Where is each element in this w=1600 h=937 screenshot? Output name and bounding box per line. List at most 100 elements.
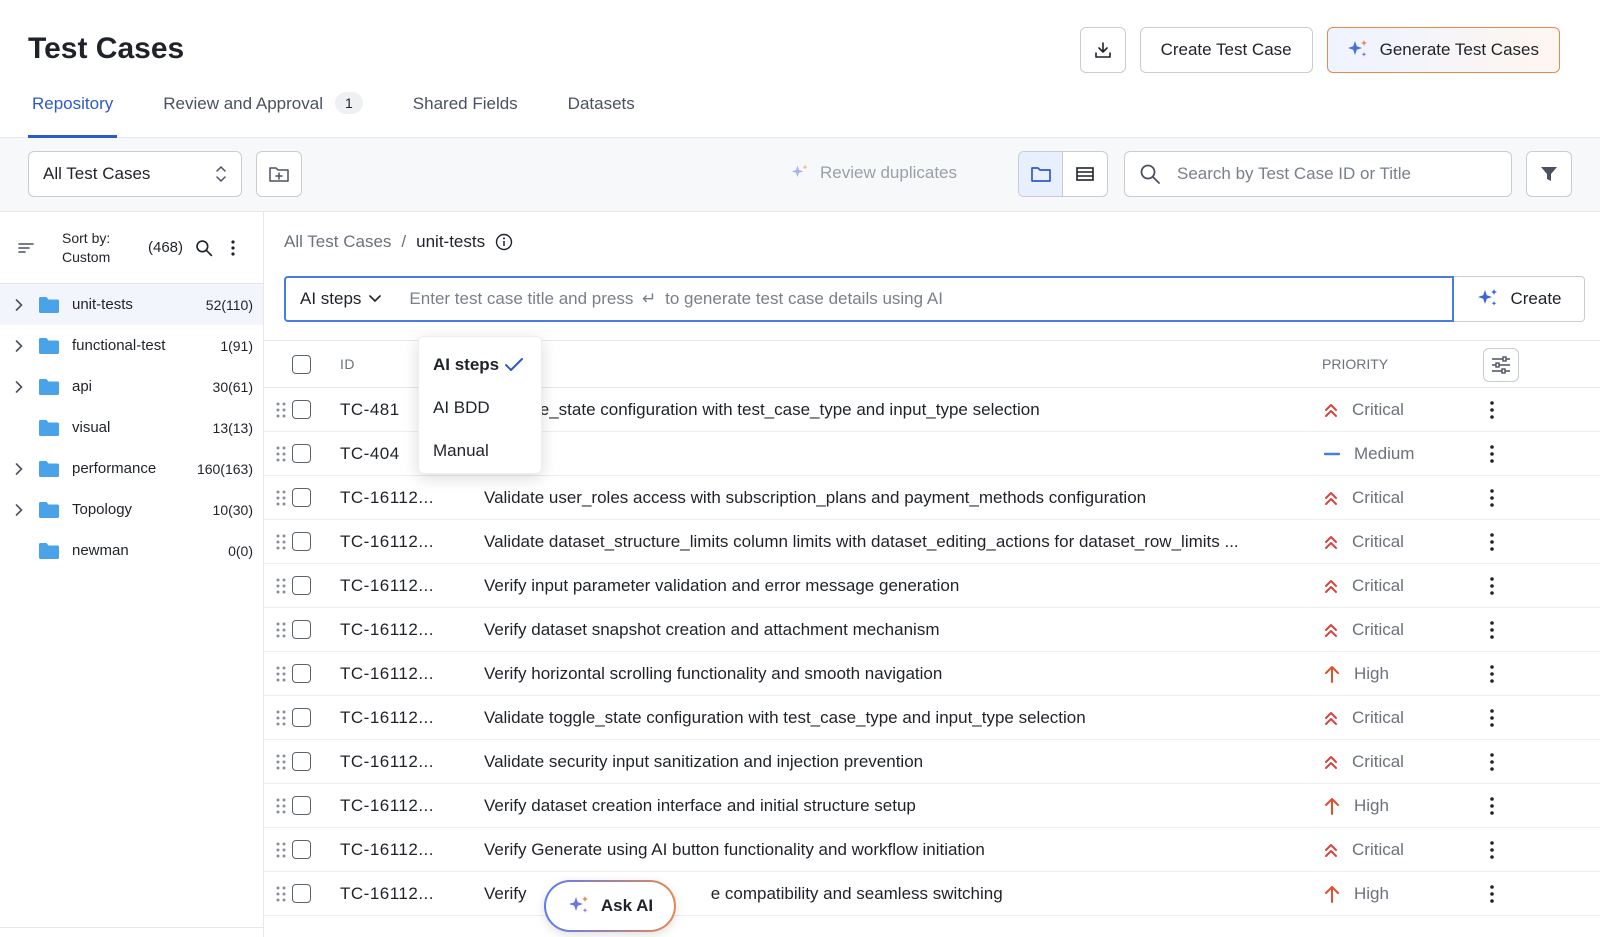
test-case-title[interactable]: Verify input parameter validation and er… xyxy=(484,564,1304,607)
scope-select[interactable]: All Test Cases xyxy=(28,151,242,197)
review-duplicates-button[interactable]: Review duplicates xyxy=(790,163,957,183)
test-case-title[interactable] xyxy=(484,432,1304,475)
info-icon[interactable] xyxy=(495,233,513,251)
generate-test-cases-button[interactable]: Generate Test Cases xyxy=(1326,27,1560,73)
ai-title-input[interactable]: AI steps Enter test case title and press… xyxy=(284,276,1454,322)
expand-toggle[interactable] xyxy=(12,462,26,475)
menu-item-ai-steps[interactable]: AI steps xyxy=(419,343,541,386)
test-case-id[interactable]: TC-16112... xyxy=(340,740,434,783)
tab-datasets[interactable]: Datasets xyxy=(564,84,639,138)
sort-icon[interactable] xyxy=(18,241,34,255)
table-row[interactable]: TC-16112... Validate security input sanit… xyxy=(264,740,1600,784)
drag-handle[interactable] xyxy=(276,872,286,915)
drag-handle[interactable] xyxy=(276,388,286,431)
test-case-id[interactable]: TC-16112... xyxy=(340,696,434,739)
drag-handle[interactable] xyxy=(276,608,286,651)
row-more-button[interactable] xyxy=(1490,872,1494,915)
test-case-title[interactable]: Verify dataset snapshot creation and att… xyxy=(484,608,1304,651)
folder-item[interactable]: Topology 10(30) xyxy=(0,489,263,530)
row-more-button[interactable] xyxy=(1490,784,1494,827)
test-case-title[interactable]: Validate user_roles access with subscrip… xyxy=(484,476,1304,519)
table-row[interactable]: TC-16112... Validate toggle_state configu… xyxy=(264,696,1600,740)
row-more-button[interactable] xyxy=(1490,564,1494,607)
menu-item-manual[interactable]: Manual xyxy=(419,429,541,472)
row-more-button[interactable] xyxy=(1490,388,1494,431)
chevron-right-icon[interactable] xyxy=(15,339,23,352)
ask-ai-button[interactable]: Ask AI xyxy=(544,880,676,932)
test-case-id[interactable]: TC-16112... xyxy=(340,784,434,827)
row-checkbox[interactable] xyxy=(292,796,311,815)
drag-handle[interactable] xyxy=(276,520,286,563)
search-input[interactable] xyxy=(1177,164,1477,184)
test-case-title[interactable]: Validate dataset_structure_limits column… xyxy=(484,520,1304,563)
folder-item[interactable]: unit-tests 52(110) xyxy=(0,284,263,325)
table-row[interactable]: TC-16112... Verify input parameter valida… xyxy=(264,564,1600,608)
row-more-button[interactable] xyxy=(1490,520,1494,563)
row-checkbox[interactable] xyxy=(292,664,311,683)
table-row[interactable]: TC-16112... Validate user_roles access wi… xyxy=(264,476,1600,520)
row-checkbox[interactable] xyxy=(292,400,311,419)
row-checkbox[interactable] xyxy=(292,752,311,771)
mode-select[interactable]: AI steps xyxy=(286,278,395,320)
test-case-title[interactable]: Verify horizontal scrolling functionalit… xyxy=(484,652,1304,695)
test-case-title[interactable]: te toggle_state configuration with test_… xyxy=(484,388,1304,431)
sort-by-label[interactable]: Sort by: Custom xyxy=(62,229,132,267)
test-case-id[interactable]: TC-16112... xyxy=(340,872,434,915)
table-row[interactable]: TC-16112... Verify Generate using AI butt… xyxy=(264,828,1600,872)
drag-handle[interactable] xyxy=(276,740,286,783)
drag-handle[interactable] xyxy=(276,432,286,475)
test-case-id[interactable]: TC-16112... xyxy=(340,652,434,695)
filter-button[interactable] xyxy=(1526,151,1572,197)
row-more-button[interactable] xyxy=(1490,476,1494,519)
test-case-id[interactable]: TC-16112... xyxy=(340,608,434,651)
folder-item[interactable]: functional-test 1(91) xyxy=(0,325,263,366)
drag-handle[interactable] xyxy=(276,696,286,739)
drag-handle[interactable] xyxy=(276,828,286,871)
tab-shared-fields[interactable]: Shared Fields xyxy=(409,84,522,138)
test-case-id[interactable]: TC-16112... xyxy=(340,476,434,519)
tab-review-and-approval[interactable]: Review and Approval 1 xyxy=(159,84,367,138)
breadcrumb-root[interactable]: All Test Cases xyxy=(284,232,391,252)
test-case-id[interactable]: TC-404 xyxy=(340,432,400,475)
more-vertical-icon[interactable] xyxy=(231,239,235,256)
create-test-case-button[interactable]: Create Test Case xyxy=(1139,27,1313,73)
add-folder-button[interactable] xyxy=(256,151,302,197)
folder-item[interactable]: visual 13(13) xyxy=(0,407,263,448)
folder-item[interactable]: api 30(61) xyxy=(0,366,263,407)
folder-view-button[interactable] xyxy=(1019,152,1064,196)
row-more-button[interactable] xyxy=(1490,652,1494,695)
row-checkbox[interactable] xyxy=(292,576,311,595)
drag-handle[interactable] xyxy=(276,784,286,827)
test-case-title[interactable]: Verify Generate using AI button function… xyxy=(484,828,1304,871)
row-checkbox[interactable] xyxy=(292,532,311,551)
table-row[interactable]: TC-16112... Verify horizontal scrolling f… xyxy=(264,652,1600,696)
expand-toggle[interactable] xyxy=(12,298,26,311)
expand-toggle[interactable] xyxy=(12,503,26,516)
row-checkbox[interactable] xyxy=(292,840,311,859)
column-settings-button[interactable] xyxy=(1483,348,1519,382)
expand-toggle[interactable] xyxy=(12,339,26,352)
test-case-id[interactable]: TC-481 xyxy=(340,388,400,431)
test-case-title[interactable]: Validate security input sanitization and… xyxy=(484,740,1304,783)
table-row[interactable]: TC-16112... Verify dataset creation inter… xyxy=(264,784,1600,828)
tab-repository[interactable]: Repository xyxy=(28,84,118,138)
column-id-header[interactable]: ID xyxy=(340,341,355,387)
drag-handle[interactable] xyxy=(276,476,286,519)
chevron-right-icon[interactable] xyxy=(15,462,23,475)
test-case-id[interactable]: TC-16112... xyxy=(340,520,434,563)
export-button[interactable] xyxy=(1079,27,1126,73)
column-priority-header[interactable]: PRIORITY xyxy=(1322,341,1388,387)
row-checkbox[interactable] xyxy=(292,884,311,903)
list-view-button[interactable] xyxy=(1063,152,1107,196)
test-case-title[interactable]: Validate toggle_state configuration with… xyxy=(484,696,1304,739)
row-more-button[interactable] xyxy=(1490,828,1494,871)
chevron-right-icon[interactable] xyxy=(15,503,23,516)
table-row[interactable]: TC-16112... Verify dataset snapshot creat… xyxy=(264,608,1600,652)
row-checkbox[interactable] xyxy=(292,708,311,727)
row-more-button[interactable] xyxy=(1490,432,1494,475)
chevron-right-icon[interactable] xyxy=(15,298,23,311)
row-more-button[interactable] xyxy=(1490,608,1494,651)
test-case-id[interactable]: TC-16112... xyxy=(340,828,434,871)
drag-handle[interactable] xyxy=(276,564,286,607)
search-icon[interactable] xyxy=(195,239,213,257)
